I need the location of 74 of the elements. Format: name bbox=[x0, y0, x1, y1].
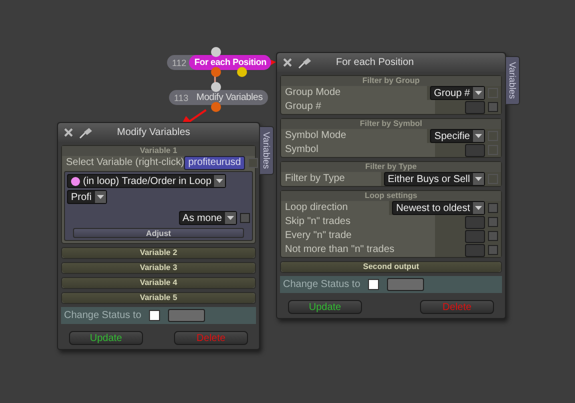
side-tab[interactable]: Variables bbox=[505, 56, 520, 105]
field-label: Symbol Mode bbox=[284, 129, 348, 143]
caret-icon bbox=[475, 134, 482, 138]
pin-icon[interactable] bbox=[79, 126, 93, 138]
connector-dot[interactable] bbox=[211, 47, 221, 57]
connector-dot[interactable] bbox=[211, 82, 221, 92]
section-header[interactable]: Variable 3 bbox=[62, 263, 255, 273]
dropdown[interactable]: Specifie bbox=[430, 129, 485, 143]
node-label: For each Position bbox=[189, 55, 272, 70]
flow-node[interactable]: 112 For each Position bbox=[167, 55, 272, 70]
side-tab[interactable]: Variables bbox=[259, 126, 274, 175]
checkbox[interactable] bbox=[488, 102, 498, 112]
status-label: Change Status to bbox=[64, 310, 142, 321]
input-field[interactable] bbox=[465, 144, 485, 156]
status-field[interactable] bbox=[168, 309, 206, 322]
field-label: Group # bbox=[284, 100, 322, 114]
pin-icon[interactable] bbox=[298, 56, 312, 68]
field-label: Every "n" trade bbox=[284, 229, 353, 243]
caret-icon bbox=[475, 91, 482, 95]
field-label: Group Mode bbox=[284, 86, 342, 100]
section-header[interactable]: Variable 1 bbox=[62, 146, 255, 156]
dropdown[interactable]: As mone bbox=[178, 211, 237, 225]
checkbox[interactable] bbox=[368, 279, 380, 290]
input-field[interactable] bbox=[465, 230, 485, 242]
variable-chip[interactable]: profiteurusd bbox=[184, 156, 245, 170]
section-header[interactable]: Filter by Type bbox=[281, 162, 501, 172]
status-field[interactable] bbox=[387, 278, 424, 291]
field-label: Symbol bbox=[284, 143, 320, 157]
node-number: 113 bbox=[173, 92, 190, 102]
connector-dot[interactable] bbox=[237, 67, 247, 77]
input-field[interactable] bbox=[465, 244, 485, 256]
node-label: Modify Variables bbox=[195, 91, 264, 105]
caret-icon bbox=[227, 216, 234, 220]
dropdown[interactable]: Group # bbox=[430, 86, 485, 100]
checkbox[interactable] bbox=[488, 217, 498, 227]
status-label: Change Status to bbox=[283, 279, 360, 290]
field-label: Not more than "n" trades bbox=[284, 243, 396, 257]
window-title: Modify Variables bbox=[117, 127, 190, 138]
connector-dot[interactable] bbox=[211, 102, 221, 112]
section-header[interactable]: Filter by Symbol bbox=[281, 119, 501, 129]
input-field[interactable] bbox=[465, 100, 485, 114]
flow-node[interactable]: 113 Modify Variables bbox=[169, 90, 268, 105]
section-header[interactable]: Variable 5 bbox=[62, 293, 255, 303]
checkbox[interactable] bbox=[240, 213, 250, 223]
checkbox[interactable] bbox=[488, 231, 498, 241]
update-button[interactable]: Update bbox=[69, 331, 143, 345]
field-label: Select Variable (right-click) bbox=[65, 156, 184, 170]
close-icon[interactable] bbox=[64, 128, 73, 137]
checkbox[interactable] bbox=[149, 310, 160, 321]
caret-icon bbox=[475, 206, 482, 210]
caret-icon bbox=[475, 177, 482, 181]
dropdown[interactable]: Newest to oldest bbox=[392, 201, 485, 215]
section-header[interactable]: Variable 2 bbox=[62, 248, 255, 258]
checkbox[interactable] bbox=[488, 203, 498, 213]
node-number: 112 bbox=[171, 58, 188, 68]
caret-icon bbox=[96, 195, 104, 199]
connector-dot[interactable] bbox=[211, 67, 221, 77]
section-header[interactable]: Loop settings bbox=[281, 191, 501, 201]
input-field[interactable] bbox=[465, 216, 485, 228]
section-header[interactable]: Variable 4 bbox=[62, 278, 255, 288]
dropdown[interactable]: Either Buys or Sell bbox=[384, 172, 485, 186]
dropdown[interactable]: Profi bbox=[67, 190, 107, 204]
field-label: Loop direction bbox=[284, 201, 349, 215]
dropdown[interactable]: (in loop) Trade/Order in Loop bbox=[67, 174, 226, 188]
window-title: For each Position bbox=[336, 57, 414, 68]
field-label: Skip "n" trades bbox=[284, 215, 352, 229]
section-header[interactable]: Second output bbox=[281, 262, 501, 272]
close-icon[interactable] bbox=[283, 58, 292, 67]
checkbox[interactable] bbox=[488, 245, 498, 255]
section-header[interactable]: Filter by Group bbox=[281, 76, 501, 86]
update-button[interactable]: Update bbox=[288, 300, 362, 314]
caret-icon bbox=[216, 179, 224, 183]
adjust-button[interactable]: Adjust bbox=[73, 228, 244, 238]
field-label: Filter by Type bbox=[284, 172, 346, 186]
